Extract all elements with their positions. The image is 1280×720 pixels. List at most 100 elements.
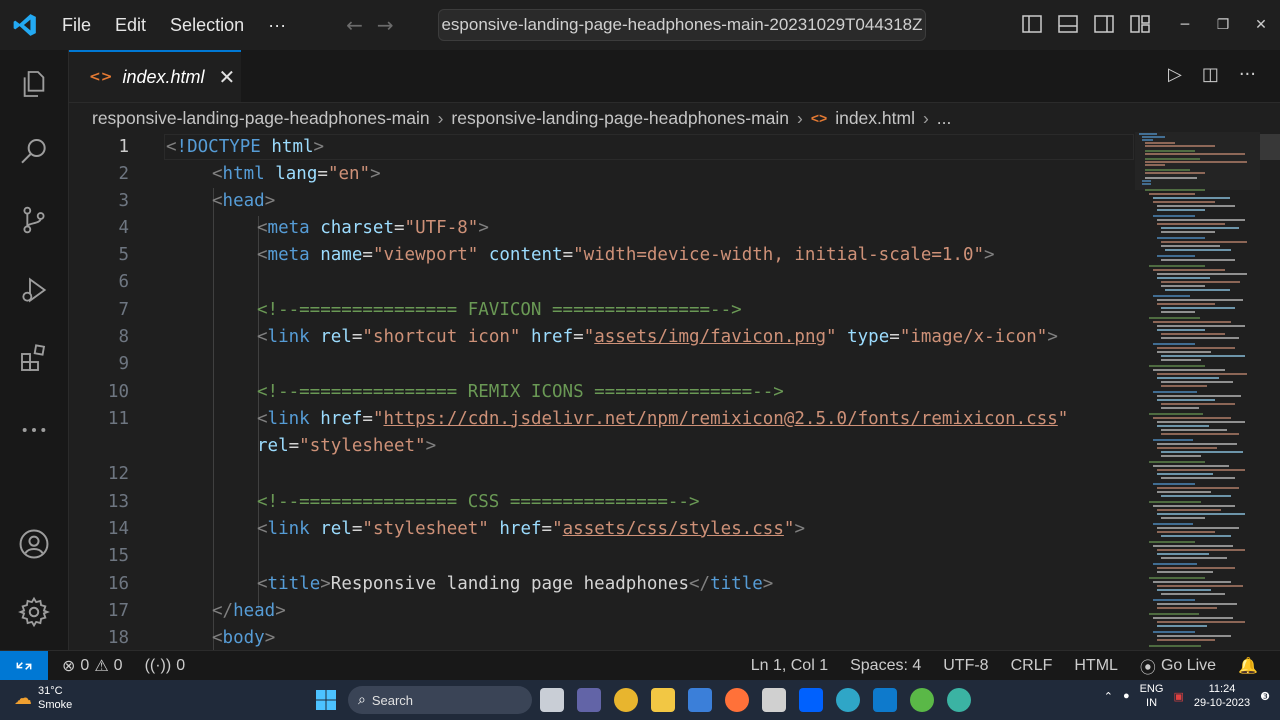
windows-taskbar: ☁ 31°C Smoke ⌕ Search ⌃ ● ENG IN ▣ 11:24… (0, 680, 1280, 720)
command-center[interactable]: esponsive-landing-page-headphones-main-2… (438, 9, 926, 41)
taskbar-search[interactable]: ⌕ Search (348, 686, 532, 714)
tray-app-icon[interactable]: ● (1123, 690, 1130, 702)
run-debug-icon[interactable] (16, 272, 52, 308)
code-editor[interactable]: 1 <!DOCTYPE html> 2 <html lang="en"> 3 <… (69, 132, 1135, 650)
html-file-icon: <> (810, 110, 828, 126)
html-file-icon: <> (89, 69, 113, 85)
problems-indicator[interactable]: ⊗ 0 ⚠ 0 (48, 656, 134, 676)
maximize-icon[interactable]: ❐ (1204, 17, 1242, 33)
line-number: 16 (107, 573, 129, 594)
split-editor-icon[interactable]: ◫ (1202, 64, 1219, 85)
cursor-position[interactable]: Ln 1, Col 1 (740, 657, 839, 675)
menu-more[interactable]: ··· (256, 15, 298, 36)
system-tray: ⌃ ● ENG IN ▣ 11:24 29-10-2023 ❸ (1104, 682, 1270, 710)
line-number: 5 (118, 244, 129, 265)
chrome-icon[interactable] (614, 688, 638, 712)
activity-bar (0, 50, 69, 650)
menu-file[interactable]: File (50, 15, 103, 36)
back-arrow-icon[interactable]: ← (346, 13, 363, 37)
search-icon[interactable] (16, 134, 52, 170)
code-line: 11 <link href="https://cdn.jsdelivr.net/… (69, 405, 1135, 432)
code-line: 17 </head> (69, 597, 1135, 624)
vscode-logo-icon (0, 0, 50, 50)
line-number: 14 (107, 518, 129, 539)
editor-actions: ▷ ◫ ··· (1168, 64, 1256, 85)
weather-widget[interactable]: ☁ 31°C Smoke (14, 684, 72, 712)
customize-layout-icon[interactable] (1128, 12, 1152, 36)
minimap[interactable] (1135, 132, 1260, 650)
search-icon: ⌕ (358, 692, 366, 708)
breadcrumb-folder-1[interactable]: responsive-landing-page-headphones-main (92, 108, 430, 129)
breadcrumb-more[interactable]: ... (937, 108, 952, 129)
more-views-icon[interactable] (16, 412, 52, 448)
code-line: 6 (69, 268, 1135, 295)
line-number: 3 (118, 190, 129, 211)
chevron-up-icon[interactable]: ⌃ (1104, 690, 1113, 703)
file-explorer-icon[interactable] (651, 688, 675, 712)
temperature: 31°C (38, 685, 63, 697)
close-tab-icon[interactable]: ✕ (219, 65, 236, 89)
breadcrumb-chevron-icon: › (922, 107, 929, 128)
breadcrumb-folder-2[interactable]: responsive-landing-page-headphones-main (451, 108, 789, 129)
teams-icon[interactable] (577, 688, 601, 712)
broadcast-icon: ⦿ (1139, 659, 1156, 677)
remote-indicator-icon[interactable] (0, 650, 48, 681)
run-icon[interactable]: ▷ (1168, 64, 1182, 85)
line-number: 15 (107, 545, 129, 566)
menu-edit[interactable]: Edit (103, 15, 158, 36)
recorder-icon[interactable]: ▣ (1173, 690, 1183, 703)
forward-arrow-icon[interactable]: → (377, 13, 394, 37)
notification-badge-icon[interactable]: ❸ (1260, 690, 1270, 703)
code-line: 13 <!--=============== CSS =============… (69, 488, 1135, 515)
input-language[interactable]: ENG IN (1140, 682, 1164, 710)
explorer-icon[interactable] (16, 66, 52, 102)
settings-gear-icon[interactable] (16, 594, 52, 630)
app-icon[interactable] (762, 688, 786, 712)
code-line: 18 <body> (69, 624, 1135, 650)
ports-indicator[interactable]: ((·)) 0 (134, 657, 197, 675)
accounts-icon[interactable] (16, 526, 52, 562)
link-styles-css[interactable]: assets/css/styles.css (563, 519, 784, 539)
scrollbar-thumb[interactable] (1260, 134, 1280, 160)
code-line: 2 <html lang="en"> (69, 160, 1135, 187)
vertical-scrollbar[interactable] (1260, 132, 1280, 650)
toggle-primary-sidebar-icon[interactable] (1020, 12, 1044, 36)
nav-arrows: ← → (346, 13, 394, 37)
chrome-profile-2-icon[interactable] (947, 688, 971, 712)
breadcrumb-file[interactable]: index.html (835, 108, 915, 129)
notifications-bell-icon[interactable]: 🔔 (1227, 656, 1280, 676)
minimize-icon[interactable]: ─ (1166, 17, 1204, 33)
edge-icon[interactable] (836, 688, 860, 712)
chrome-profile-icon[interactable] (910, 688, 934, 712)
line-number: 1 (118, 136, 129, 157)
store-icon[interactable] (688, 688, 712, 712)
line-number: 8 (118, 326, 129, 347)
task-view-icon[interactable] (540, 688, 564, 712)
line-number: 2 (118, 163, 129, 184)
dropbox-icon[interactable] (799, 688, 823, 712)
tab-title: index.html (122, 66, 205, 87)
windows-start-icon[interactable] (314, 688, 338, 716)
language-mode[interactable]: HTML (1063, 657, 1129, 675)
go-live-button[interactable]: ⦿ Go Live (1129, 654, 1227, 678)
link-favicon[interactable]: assets/img/favicon.png (594, 327, 826, 347)
close-window-icon[interactable]: ✕ (1242, 17, 1280, 33)
vscode-taskbar-icon[interactable] (873, 688, 897, 712)
toggle-panel-icon[interactable] (1056, 12, 1080, 36)
clock[interactable]: 11:24 29-10-2023 (1194, 682, 1250, 710)
extensions-icon[interactable] (16, 340, 52, 376)
breadcrumb-chevron-icon: › (797, 107, 803, 128)
indentation[interactable]: Spaces: 4 (839, 657, 932, 675)
menu-selection[interactable]: Selection (158, 15, 256, 36)
source-control-icon[interactable] (16, 202, 52, 238)
code-line: 10 <!--=============== REMIX ICONS =====… (69, 378, 1135, 405)
encoding[interactable]: UTF-8 (932, 657, 999, 675)
end-of-line[interactable]: CRLF (1000, 657, 1064, 675)
command-center-text: esponsive-landing-page-headphones-main-2… (441, 15, 923, 34)
code-line: 4 <meta charset="UTF-8"> (69, 214, 1135, 241)
link-remixicon[interactable]: https://cdn.jsdelivr.net/npm/remixicon@2… (383, 409, 1057, 429)
toggle-secondary-sidebar-icon[interactable] (1092, 12, 1116, 36)
firefox-icon[interactable] (725, 688, 749, 712)
tab-index-html[interactable]: <> index.html ✕ (69, 50, 241, 102)
more-actions-icon[interactable]: ··· (1239, 64, 1256, 85)
